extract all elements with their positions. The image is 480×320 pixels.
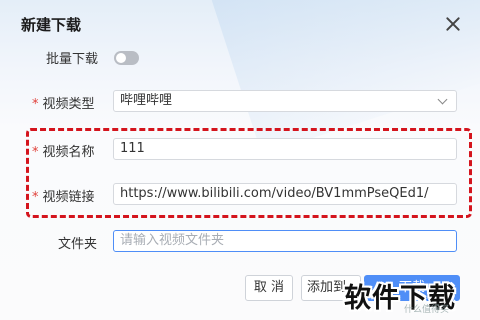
video-type-value: 哔哩哔哩 [120, 93, 173, 108]
chevron-down-icon [437, 94, 448, 105]
dialog-title: 新建下载 [21, 16, 82, 34]
watermark-subtext: 什么值得买 [404, 305, 450, 315]
folder-label: 文件夹 [58, 237, 98, 252]
folder-input[interactable]: 请输入视频文件夹 [113, 230, 457, 252]
video-type-label: * 视频类型 [32, 93, 95, 112]
toggle-knob [116, 53, 126, 63]
batch-download-toggle[interactable] [114, 51, 139, 65]
video-type-label-text: 视频类型 [42, 97, 95, 112]
required-mark: * [32, 97, 39, 112]
highlight-dashed-box [26, 128, 472, 218]
video-type-select[interactable]: 哔哩哔哩 [113, 90, 457, 112]
batch-download-label: 批量下载 [46, 52, 99, 67]
close-icon[interactable] [442, 13, 464, 35]
cancel-button[interactable]: 取 消 [245, 275, 293, 301]
folder-placeholder: 请输入视频文件夹 [120, 233, 225, 248]
